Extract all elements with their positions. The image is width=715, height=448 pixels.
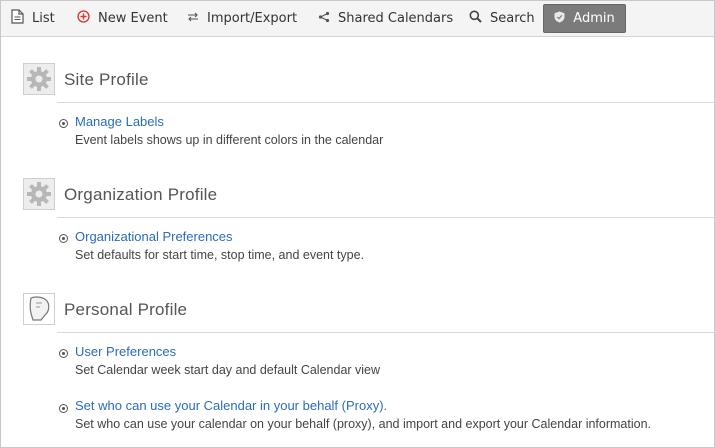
proxy-settings-link[interactable]: Set who can use your Calendar in your be… [75, 398, 387, 413]
shared-calendars-button[interactable]: Shared Calendars [318, 1, 453, 36]
user-preferences-link[interactable]: User Preferences [75, 344, 176, 359]
shared-calendars-label: Shared Calendars [338, 11, 454, 26]
app-frame: List New Event Import/Export Shared Cale… [0, 0, 715, 448]
toolbar: List New Event Import/Export Shared Cale… [1, 1, 714, 37]
shield-icon [554, 11, 565, 27]
document-icon [11, 9, 24, 28]
bullet-icon [59, 234, 68, 243]
section-divider [57, 217, 715, 218]
bullet-icon [59, 349, 68, 358]
manage-labels-description: Event labels shows up in different color… [75, 133, 384, 147]
organizational-preferences-link[interactable]: Organizational Preferences [75, 229, 233, 244]
plus-circle-icon [77, 10, 90, 27]
section-divider [57, 332, 715, 333]
swap-arrows-icon [187, 11, 199, 26]
list-button[interactable]: List [11, 1, 55, 36]
import-export-button[interactable]: Import/Export [187, 1, 297, 36]
user-preferences-description: Set Calendar week start day and default … [75, 363, 381, 377]
gear-icon [23, 178, 55, 210]
bullet-icon [59, 404, 68, 413]
share-icon [318, 11, 330, 27]
personal-profile-icon [23, 293, 55, 325]
manage-labels-link[interactable]: Manage Labels [75, 114, 164, 129]
section-title-personal-profile: Personal Profile [64, 300, 188, 319]
search-icon [469, 10, 482, 27]
list-label: List [32, 11, 55, 26]
gear-icon [23, 63, 55, 95]
section-divider [57, 102, 715, 103]
section-title-organization-profile: Organization Profile [64, 185, 218, 204]
new-event-button[interactable]: New Event [77, 1, 168, 36]
bullet-icon [59, 119, 68, 128]
organizational-preferences-description: Set defaults for start time, stop time, … [75, 248, 365, 262]
section-title-site-profile: Site Profile [64, 70, 149, 89]
import-export-label: Import/Export [207, 11, 298, 26]
admin-button[interactable]: Admin [543, 4, 626, 33]
admin-label: Admin [573, 11, 615, 26]
proxy-settings-description: Set who can use your calendar on your be… [75, 417, 652, 431]
search-button[interactable]: Search [469, 1, 535, 36]
new-event-label: New Event [98, 11, 168, 26]
search-label: Search [490, 11, 535, 26]
